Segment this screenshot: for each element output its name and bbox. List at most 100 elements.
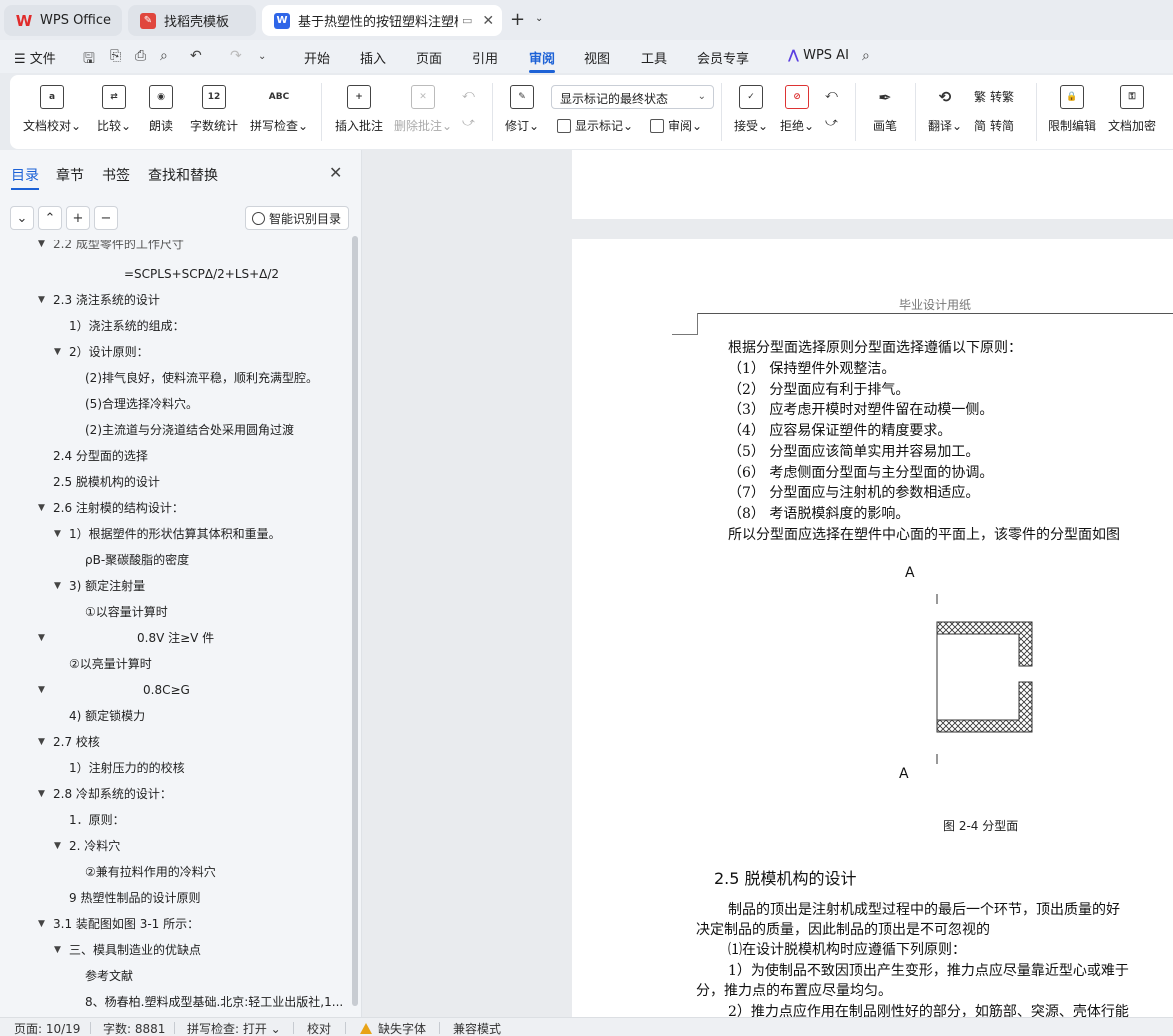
caret-down-icon[interactable]: ▼ <box>54 576 61 596</box>
caret-down-icon[interactable]: ▼ <box>38 628 45 648</box>
scrollbar-thumb[interactable] <box>352 236 358 1006</box>
export-icon[interactable]: ⎘ <box>110 48 121 64</box>
menu-member[interactable]: 会员专享 <box>697 48 749 67</box>
toc-item[interactable]: 1．原则： <box>69 810 125 830</box>
to-traditional-button[interactable]: 繁转繁 <box>974 88 1014 105</box>
caret-down-icon[interactable]: ▼ <box>54 342 61 362</box>
add-icon[interactable]: + <box>66 206 90 230</box>
toc-item[interactable]: ▼ 2. 冷料穴 <box>54 836 120 856</box>
print-icon[interactable]: ⎙ <box>135 48 146 64</box>
toc-item[interactable]: ▼ 1）根据塑件的形状估算其体积和重量。 <box>54 524 281 544</box>
wps-ai-button[interactable]: ⋀ WPS AI <box>788 48 849 63</box>
page-indicator[interactable]: 页面: 10/19 <box>14 1020 80 1036</box>
file-menu[interactable]: ☰ 文件 <box>14 48 56 67</box>
tab-toc[interactable]: 目录 <box>11 165 39 190</box>
toc-item[interactable]: ▼ 2.8 冷却系统的设计： <box>38 784 172 804</box>
toc-item[interactable]: ▼ 3) 额定注射量 <box>54 576 145 596</box>
tab-find-replace[interactable]: 查找和替换 <box>148 165 218 185</box>
restrict-edit-button[interactable]: 🔒 限制编辑 <box>1044 75 1100 149</box>
compare-button[interactable]: ⇄ 比较⌄ <box>92 75 136 149</box>
panel-scrollbar[interactable] <box>352 236 358 1006</box>
review-pane-button[interactable]: 审阅 ⌄ <box>650 117 702 134</box>
tab-document[interactable]: W 基于热塑性的按钮塑料注塑模具 ▭ ✕ <box>262 5 502 36</box>
pen-button[interactable]: ✒ 画笔 <box>868 75 902 149</box>
new-tab-icon[interactable]: + <box>510 9 525 30</box>
toc-item[interactable]: ρB-聚碳酸脂的密度 <box>85 550 189 570</box>
toc-item[interactable]: ▼ 2.6 注射模的结构设计： <box>38 498 184 518</box>
accept-button[interactable]: ✓ 接受⌄ <box>730 75 772 149</box>
tab-bookmarks[interactable]: 书签 <box>102 165 130 185</box>
caret-down-icon[interactable]: ▼ <box>38 240 45 254</box>
caret-down-icon[interactable]: ▼ <box>38 290 45 310</box>
caret-down-icon[interactable]: ▼ <box>38 498 45 518</box>
toc-item[interactable]: ①以容量计算时 <box>85 602 168 622</box>
smart-toc-button[interactable]: 智能识别目录 <box>245 206 349 230</box>
doc-check-button[interactable]: a 文档校对⌄ <box>22 75 82 149</box>
caret-down-icon[interactable]: ▼ <box>38 914 45 934</box>
document-page[interactable]: 毕业设计用纸 根据分型面选择原则分型面选择遵循以下原则： （1） 保持塑件外观整… <box>572 239 1173 1017</box>
undo-icon[interactable]: ↶ <box>190 48 202 64</box>
tab-wps-office[interactable]: W WPS Office <box>4 5 122 36</box>
toc-item[interactable]: 9 热塑性制品的设计原则 <box>69 888 200 908</box>
spell-check-indicator[interactable]: 拼写检查: 打开 ⌄ <box>187 1020 281 1036</box>
window-icon[interactable]: ▭ <box>462 14 472 27</box>
toc-item[interactable]: 2.5 脱模机构的设计 <box>53 472 160 492</box>
proof-indicator[interactable]: 校对 <box>307 1020 331 1036</box>
chevron-down-icon[interactable]: ⌄ <box>535 13 543 24</box>
toc-item[interactable]: ▼ 2.3 浇注系统的设计 <box>38 290 160 310</box>
menu-tools[interactable]: 工具 <box>641 48 667 67</box>
menu-page[interactable]: 页面 <box>416 48 442 67</box>
markup-state-select[interactable]: 显示标记的最终状态 ⌄ <box>551 85 714 109</box>
close-panel-icon[interactable]: ✕ <box>329 163 342 182</box>
toc-item[interactable]: ▼ 0.8C≥G <box>38 680 190 700</box>
caret-down-icon[interactable]: ▼ <box>54 836 61 856</box>
toc-item[interactable]: ▼ 2）设计原则： <box>54 342 149 362</box>
menu-view[interactable]: 视图 <box>584 48 610 67</box>
word-count-button[interactable]: 12 字数统计 <box>186 75 242 149</box>
menu-references[interactable]: 引用 <box>472 48 498 67</box>
caret-down-icon[interactable]: ▼ <box>38 732 45 752</box>
menu-home[interactable]: 开始 <box>304 48 330 67</box>
prev-change-icon[interactable]: ⤺ <box>825 87 838 102</box>
quick-access-dropdown-icon[interactable]: ⌄ <box>258 51 266 62</box>
search-icon[interactable]: ⌕ <box>862 48 870 64</box>
prev-comment-icon[interactable]: ⤺ <box>462 87 475 102</box>
toc-item[interactable]: ▼ 2.7 校核 <box>38 732 100 752</box>
toc-item[interactable]: 1）浇注系统的组成： <box>69 316 185 336</box>
delete-comment-button[interactable]: ✕ 删除批注⌄ <box>392 75 454 149</box>
print-preview-icon[interactable]: ⌕ <box>160 48 168 64</box>
redo-icon[interactable]: ↷ <box>230 48 242 64</box>
caret-down-icon[interactable]: ▼ <box>54 524 61 544</box>
spell-check-button[interactable]: ABC 拼写检查⌄ <box>248 75 310 149</box>
save-icon[interactable]: 🖫 <box>83 48 95 72</box>
tab-template[interactable]: ✎ 找稻壳模板 <box>128 5 256 36</box>
word-count-indicator[interactable]: 字数: 8881 <box>103 1020 165 1036</box>
toc-item[interactable]: ②以亮量计算时 <box>69 654 152 674</box>
toc-item[interactable]: 参考文献 <box>85 966 133 986</box>
toc-item[interactable]: ▼ 2.2 成型零件的工作尺寸 <box>38 240 184 254</box>
caret-down-icon[interactable]: ▼ <box>54 940 61 960</box>
toc-item[interactable]: =SCPLS+SCPΔ/2+LS+Δ/2 <box>124 264 279 284</box>
to-simplified-button[interactable]: 简转简 <box>974 117 1014 134</box>
close-tab-icon[interactable]: ✕ <box>482 13 494 29</box>
collapse-up-icon[interactable]: ⌃ <box>38 206 62 230</box>
toc-item[interactable]: ▼ 0.8V 注≥V 件 <box>38 628 214 648</box>
toc-item[interactable]: (2)排气良好，使料流平稳，顺利充满型腔。 <box>85 368 318 388</box>
toc-item[interactable]: 2.4 分型面的选择 <box>53 446 148 466</box>
menu-insert[interactable]: 插入 <box>360 48 386 67</box>
missing-font-indicator[interactable]: 缺失字体 <box>360 1020 426 1036</box>
caret-down-icon[interactable]: ▼ <box>38 784 45 804</box>
toc-item[interactable]: ②兼有拉料作用的冷料穴 <box>85 862 216 882</box>
doc-encrypt-button[interactable]: ⚿ 文档加密 <box>1104 75 1160 149</box>
reject-button[interactable]: ⊘ 拒绝⌄ <box>776 75 818 149</box>
compat-mode-indicator[interactable]: 兼容模式 <box>453 1020 501 1036</box>
toc-item[interactable]: ▼ 三、模具制造业的优缺点 <box>54 940 201 960</box>
next-comment-icon[interactable]: ⤻ <box>462 115 475 130</box>
translate-button[interactable]: ⟲ 翻译⌄ <box>924 75 966 149</box>
toc-item[interactable]: 8、杨春柏.塑料成型基础.北京:轻工业出版社,1... <box>85 992 343 1012</box>
insert-comment-button[interactable]: + 插入批注 <box>332 75 386 149</box>
toc-item[interactable]: (5)合理选择冷料穴。 <box>85 394 198 414</box>
toc-item[interactable]: 4) 额定锁模力 <box>69 706 145 726</box>
revise-button[interactable]: ✎ 修订⌄ <box>502 75 542 149</box>
read-aloud-button[interactable]: ◉ 朗读 <box>144 75 178 149</box>
